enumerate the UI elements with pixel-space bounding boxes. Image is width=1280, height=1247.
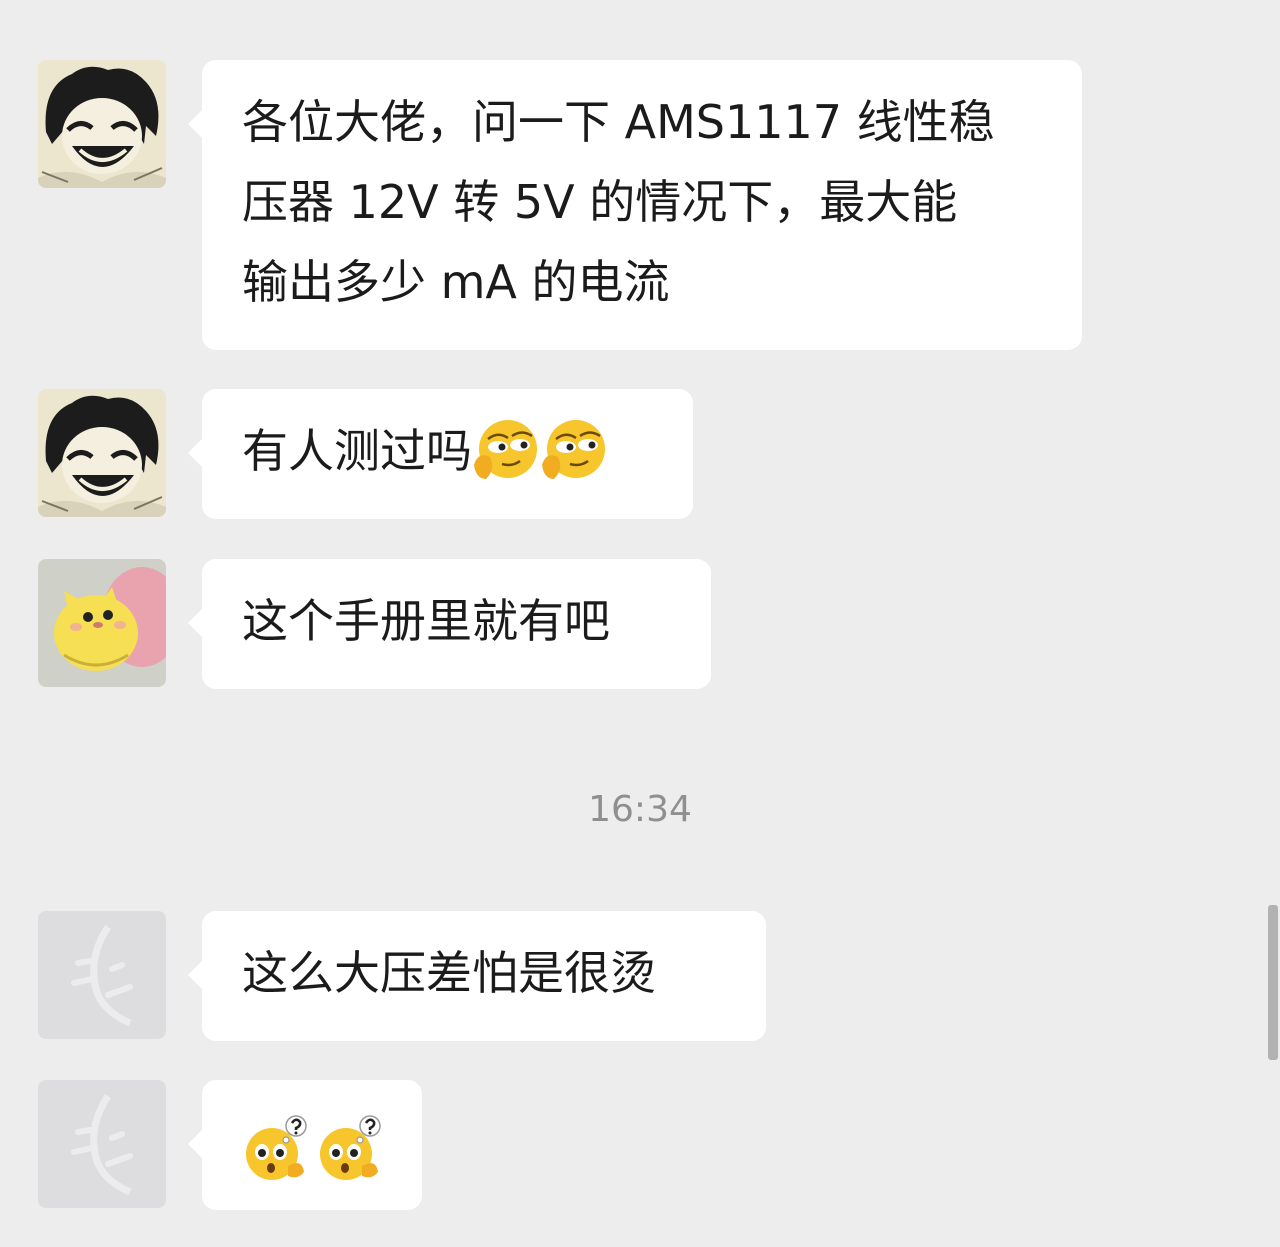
smirk-emoji-icon [472,417,540,485]
message-bubble[interactable] [188,1080,422,1210]
message-bubble[interactable]: 有人测过吗 [188,389,693,519]
sender-avatar[interactable] [38,389,166,517]
message-bubble[interactable]: 这么大压差怕是很烫 [188,911,766,1041]
message-text: 这么大压差怕是很烫 [242,946,656,1000]
chat-scrollbar[interactable] [1268,905,1278,1060]
smirk-emoji-icon [540,417,608,485]
message-timestamp: 16:34 [588,789,692,830]
sender-avatar[interactable] [38,559,166,687]
message-bubble[interactable]: 各位大佬，问一下 AMS1117 线性稳 压器 12V 转 5V 的情况下，最大… [188,60,1082,350]
confused-question-emoji-icon [316,1114,384,1182]
message-bubble[interactable]: 这个手册里就有吧 [188,559,711,689]
message-text-line: 压器 12V 转 5V 的情况下，最大能 [242,175,958,229]
message-text-line: 输出多少 mA 的电流 [242,255,670,309]
confused-question-emoji-icon [242,1114,310,1182]
sender-avatar[interactable] [38,911,166,1039]
message-text: 有人测过吗 [242,424,472,478]
sender-avatar[interactable] [38,1080,166,1208]
message-text: 这个手册里就有吧 [242,594,610,648]
sender-avatar[interactable] [38,60,166,188]
message-text-line: 各位大佬，问一下 AMS1117 线性稳 [242,95,995,149]
